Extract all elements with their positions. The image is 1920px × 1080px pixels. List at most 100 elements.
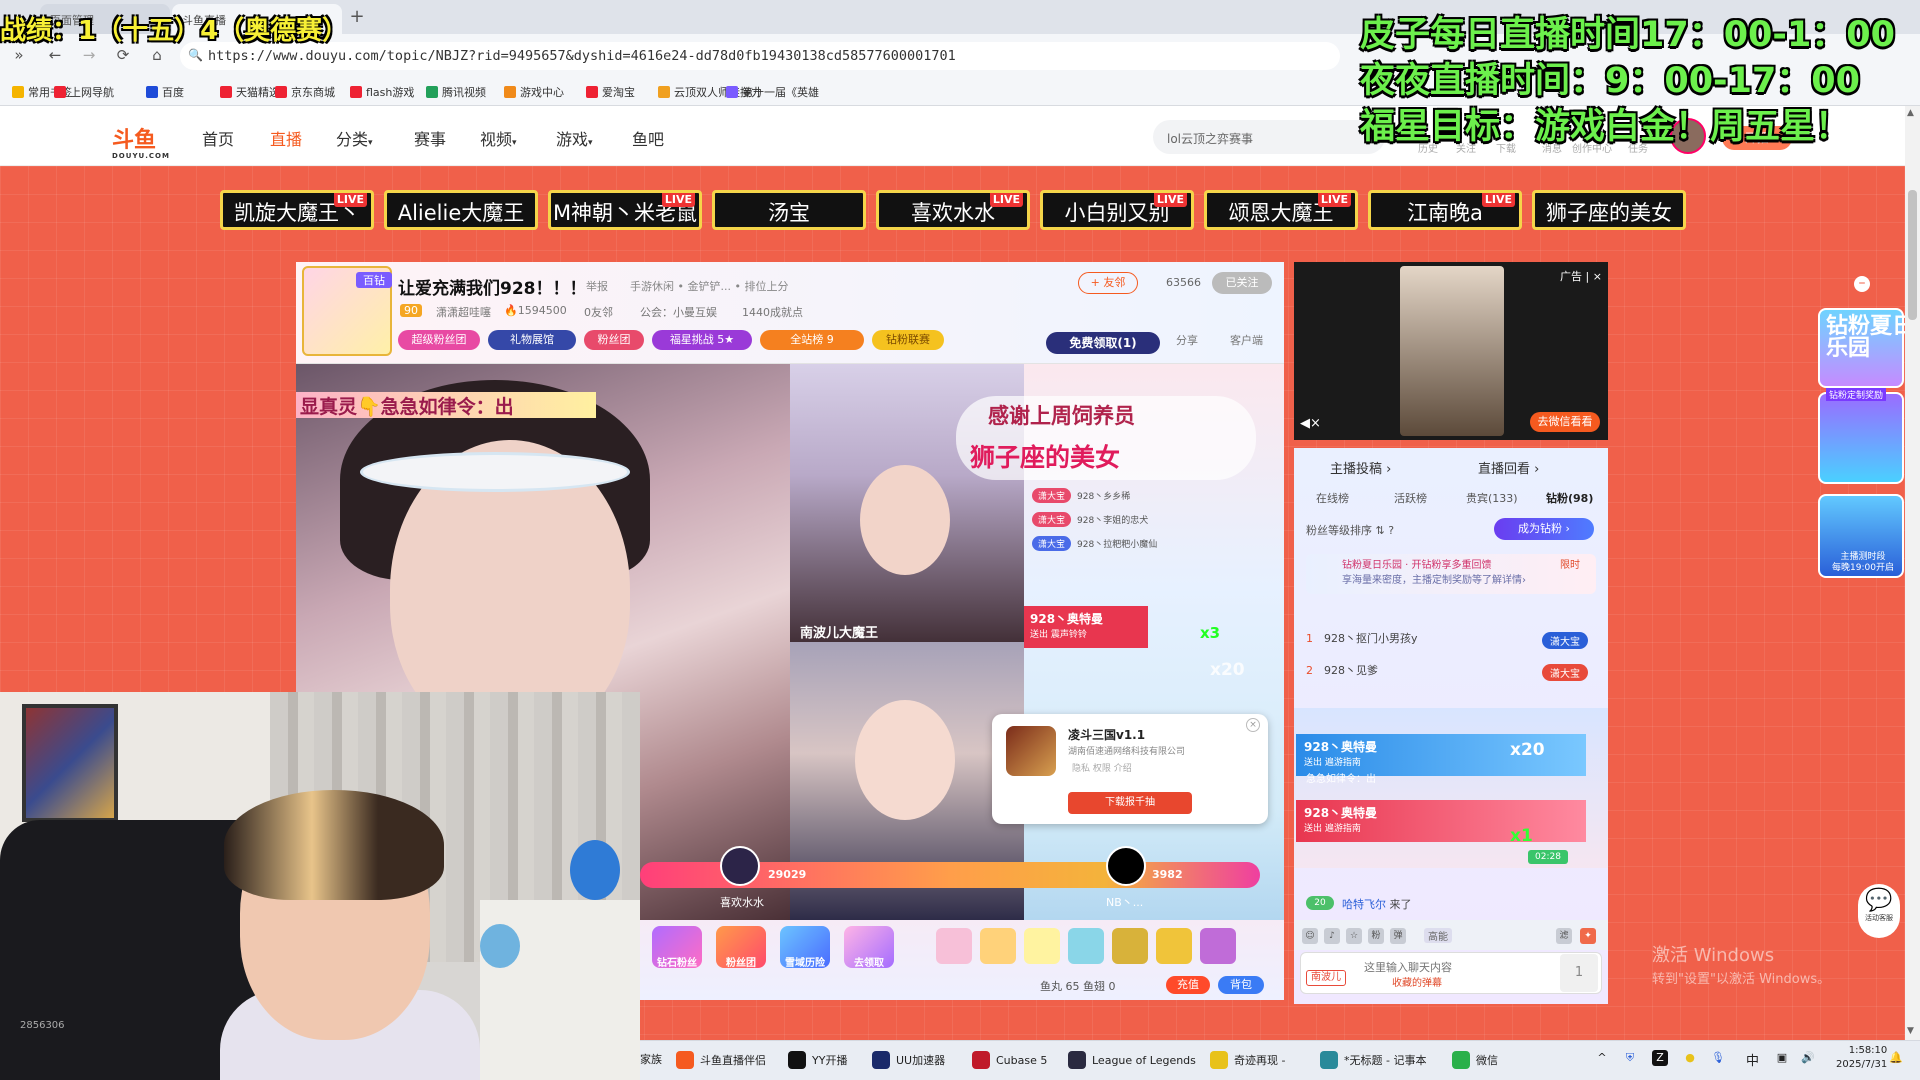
taskbar-app[interactable]: Cubase 5 xyxy=(972,1051,1047,1069)
nav-video[interactable]: 视频▾ xyxy=(480,126,517,150)
chat-input[interactable] xyxy=(1364,958,1534,978)
backpack-button[interactable]: 背包 xyxy=(1218,976,1264,994)
chat-option-icon[interactable]: 弹 xyxy=(1390,928,1406,944)
share-button[interactable]: 分享 xyxy=(1176,332,1198,348)
speaker-icon[interactable]: ♪ xyxy=(1324,928,1340,944)
anchor-name[interactable]: 潇潇超哇噻 xyxy=(436,304,491,320)
nav-category[interactable]: 分类▾ xyxy=(336,126,373,150)
forward-icon[interactable]: → xyxy=(78,44,100,66)
gift-item-icon[interactable] xyxy=(1068,928,1104,964)
room-pill[interactable]: 福星挑战 5★ xyxy=(652,330,752,350)
room-pill[interactable]: 超级粉丝团 xyxy=(398,330,480,350)
room-category[interactable]: 手游休闲 • 金铲铲... • 排位上分 xyxy=(630,278,788,294)
bookmark-6[interactable]: 腾讯视频 xyxy=(426,84,486,100)
pk-left-avatar[interactable] xyxy=(720,846,760,886)
mute-icon[interactable]: ◀× xyxy=(1300,416,1321,431)
taskbar-clock[interactable]: 1:58:10 2025/7/31 xyxy=(1836,1044,1887,1072)
nav-games[interactable]: 游戏▾ xyxy=(556,126,593,150)
fan-rank-sort[interactable]: 粉丝等级排序 ⇅ ? xyxy=(1306,522,1394,538)
customer-service-button[interactable]: 💬 活动客服 xyxy=(1858,884,1900,938)
fan-badge-selector[interactable]: 南波儿 xyxy=(1306,970,1346,986)
gift-icon[interactable]: ✦ xyxy=(1580,928,1596,944)
sidebar-toggle-icon[interactable]: » xyxy=(8,44,30,66)
bookmark-7[interactable]: 游戏中心 xyxy=(504,84,564,100)
add-friend-button[interactable]: + 友邻 xyxy=(1078,272,1138,294)
scrollbar-thumb[interactable] xyxy=(1908,190,1917,320)
fan-rank-row[interactable]: 1 928丶抠门小男孩y 潇大宝 xyxy=(1306,630,1596,654)
client-button[interactable]: 客户端 xyxy=(1230,332,1263,348)
close-icon[interactable]: × xyxy=(1246,718,1260,732)
anchor-card[interactable]: Alielie大魔王 xyxy=(384,190,538,230)
emoji-icon[interactable]: ☺ xyxy=(1302,928,1318,944)
collapse-rail-icon[interactable]: – xyxy=(1854,276,1870,292)
home-icon[interactable]: ⌂ xyxy=(146,44,168,66)
scroll-up-icon[interactable]: ▲ xyxy=(1907,108,1914,118)
nav-home[interactable]: 首页 xyxy=(202,126,234,150)
gift-item-icon[interactable] xyxy=(936,928,972,964)
room-pill[interactable]: 粉丝团 xyxy=(584,330,644,350)
bookmark-10[interactable]: 第十一届《英雄 xyxy=(726,84,819,100)
site-search-input[interactable]: lol云顶之弈赛事 xyxy=(1153,120,1385,154)
anchor-card[interactable]: 汤宝 xyxy=(712,190,866,230)
address-bar[interactable]: https://www.douyu.com/topic/NBJZ?rid=949… xyxy=(180,42,1340,70)
bookmark-1[interactable]: 上网导航 xyxy=(54,84,114,100)
tab-replay[interactable]: 直播回看 › xyxy=(1478,458,1539,477)
followed-button[interactable]: 已关注 xyxy=(1212,272,1272,294)
tab-diamond-fans[interactable]: 钻粉(98) xyxy=(1546,490,1593,506)
app-download-button[interactable]: 下载报千抽 xyxy=(1068,792,1192,814)
recharge-button[interactable]: 充值 xyxy=(1166,976,1210,994)
taskbar-app[interactable]: 微信 xyxy=(1452,1051,1498,1069)
tray-app-icon[interactable]: ● xyxy=(1682,1050,1698,1066)
chevron-up-icon[interactable]: ^ xyxy=(1594,1050,1610,1066)
gift-item-icon[interactable] xyxy=(1024,928,1060,964)
fan-icon[interactable]: 粉 xyxy=(1368,928,1384,944)
summer-fan-banner[interactable]: 钻粉夏日乐园 · 开钻粉享多重回馈 享海量来密度，主播定制奖励等了解详情› xyxy=(1306,554,1596,594)
new-tab-button[interactable]: + xyxy=(346,6,368,28)
tab-online-rank[interactable]: 在线榜 xyxy=(1316,490,1349,506)
back-icon[interactable]: ← xyxy=(44,44,66,66)
anchor-card[interactable]: 小白别又别 LIVE xyxy=(1040,190,1194,230)
room-pill[interactable]: 全站榜 9 xyxy=(760,330,864,350)
douyu-logo[interactable]: 斗鱼 DOUYU.COM xyxy=(112,122,186,160)
anchor-card[interactable]: 凯旋大魔王丶 LIVE xyxy=(220,190,374,230)
nav-live[interactable]: 直播 xyxy=(270,126,302,150)
input-language[interactable]: 中 xyxy=(1746,1050,1759,1069)
bookmark-2[interactable]: 百度 xyxy=(146,84,184,100)
anchor-card[interactable]: 颂恩大魔王 LIVE xyxy=(1204,190,1358,230)
nav-fishbar[interactable]: 鱼吧 xyxy=(632,126,664,150)
bookmark-8[interactable]: 爱淘宝 xyxy=(586,84,635,100)
high-energy-toggle[interactable]: 高能 xyxy=(1424,928,1452,943)
microphone-icon[interactable]: 🎙 xyxy=(1710,1050,1726,1066)
nav-events[interactable]: 赛事 xyxy=(414,126,446,150)
guild-info[interactable]: 公会：小曼互娱 xyxy=(640,304,717,320)
network-icon[interactable]: ▣ xyxy=(1774,1050,1790,1066)
volume-icon[interactable]: 🔊 xyxy=(1800,1050,1816,1066)
ad-close[interactable]: 广告 | × xyxy=(1560,268,1602,284)
filter-icon[interactable]: 滤 xyxy=(1556,928,1572,944)
app-info-links[interactable]: 隐私 权限 介绍 xyxy=(1072,761,1132,774)
taskbar-app[interactable]: 斗鱼直播伴侣 xyxy=(676,1051,766,1069)
gift-item-icon[interactable] xyxy=(1112,928,1148,964)
taskbar-app[interactable]: *无标题 - 记事本 xyxy=(1320,1051,1426,1069)
star-icon[interactable]: ☆ xyxy=(1346,928,1362,944)
tab-anchor-posts[interactable]: 主播投稿 › xyxy=(1330,458,1391,477)
tab-vip[interactable]: 贵宾(133) xyxy=(1466,490,1518,506)
anchor-card[interactable]: 江南晚a LIVE xyxy=(1368,190,1522,230)
room-pill[interactable]: 钻粉联赛 xyxy=(872,330,944,350)
app-tray-icon[interactable]: Z xyxy=(1652,1050,1668,1066)
pk-right-avatar[interactable] xyxy=(1106,846,1146,886)
send-button[interactable]: 1 xyxy=(1560,954,1598,992)
fan-rank-row[interactable]: 2 928丶见爹 潇大宝 xyxy=(1306,662,1596,686)
gift-item-icon[interactable] xyxy=(1200,928,1236,964)
gift-item-icon[interactable] xyxy=(980,928,1016,964)
notification-icon[interactable]: 🔔 xyxy=(1888,1050,1904,1066)
ad-cta-button[interactable]: 去微信看看 xyxy=(1530,412,1600,432)
become-diamond-button[interactable]: 成为钻粉 › xyxy=(1494,518,1594,540)
free-gift-button[interactable]: 免费领取(1) xyxy=(1046,332,1160,354)
bookmark-4[interactable]: 京东商城 xyxy=(275,84,335,100)
scroll-down-icon[interactable]: ▼ xyxy=(1907,1026,1914,1036)
taskbar-app[interactable]: 家族 xyxy=(640,1051,662,1067)
shield-icon[interactable]: ⛨ xyxy=(1622,1050,1638,1066)
chat-enter-user[interactable]: 哈特飞尔 xyxy=(1342,898,1386,911)
report-link[interactable]: 举报 xyxy=(586,278,608,294)
